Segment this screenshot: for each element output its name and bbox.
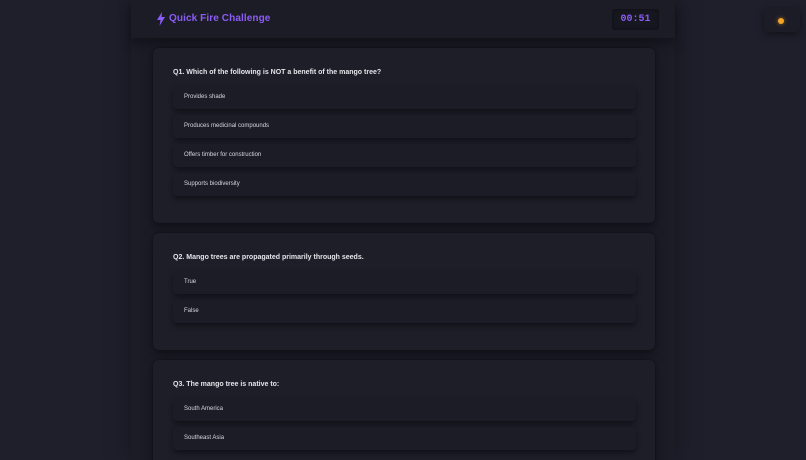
- answer-option-label: False: [184, 308, 199, 314]
- lightning-icon: [157, 12, 165, 26]
- status-dot-icon: [778, 18, 784, 24]
- question-text: Q2. Mango trees are propagated primarily …: [173, 254, 364, 261]
- status-widget[interactable]: [764, 8, 800, 32]
- question-number: Q1.: [173, 69, 185, 76]
- quiz-header: Quick Fire Challenge 00:51: [131, 0, 675, 38]
- countdown-timer: 00:51: [612, 9, 659, 30]
- answer-option[interactable]: True: [173, 271, 636, 294]
- question-number: Q3.: [173, 381, 185, 388]
- answer-option[interactable]: Produces medicinal compounds: [173, 115, 636, 138]
- question-number: Q2.: [173, 254, 185, 261]
- answer-option[interactable]: Offers timber for construction: [173, 144, 636, 167]
- question-text: Q3. The mango tree is native to:: [173, 381, 279, 388]
- answer-option[interactable]: Provides shade: [173, 86, 636, 109]
- question-text: Q1. Which of the following is NOT a benef…: [173, 69, 381, 76]
- answer-option-label: Supports biodiversity: [184, 181, 240, 187]
- quiz-page: Quick Fire Challenge 00:51 Q1. Which of t…: [0, 0, 806, 460]
- answer-option-label: True: [184, 279, 197, 285]
- question-card-2: Q2. Mango trees are propagated primarily …: [153, 233, 655, 350]
- answer-option-label: South America: [184, 406, 224, 412]
- answer-option-label: Provides shade: [184, 94, 226, 100]
- question-label: The mango tree is native to:: [186, 381, 280, 388]
- answer-option[interactable]: False: [173, 300, 636, 323]
- page-title: Quick Fire Challenge: [169, 13, 271, 24]
- quiz-panel: Quick Fire Challenge 00:51 Q1. Which of t…: [131, 0, 675, 460]
- answer-option[interactable]: Southeast Asia: [173, 427, 636, 450]
- answer-option[interactable]: Supports biodiversity: [173, 173, 636, 196]
- answer-option-label: Offers timber for construction: [184, 152, 262, 158]
- question-card-3: Q3. The mango tree is native to: South Am…: [153, 360, 655, 460]
- answer-option[interactable]: South America: [173, 398, 636, 421]
- answer-option-label: Southeast Asia: [184, 435, 225, 441]
- answer-option-label: Produces medicinal compounds: [184, 123, 270, 129]
- question-card-1: Q1. Which of the following is NOT a benef…: [153, 48, 655, 223]
- question-label: Which of the following is NOT a benefit …: [186, 69, 382, 76]
- question-label: Mango trees are propagated primarily thr…: [186, 254, 364, 261]
